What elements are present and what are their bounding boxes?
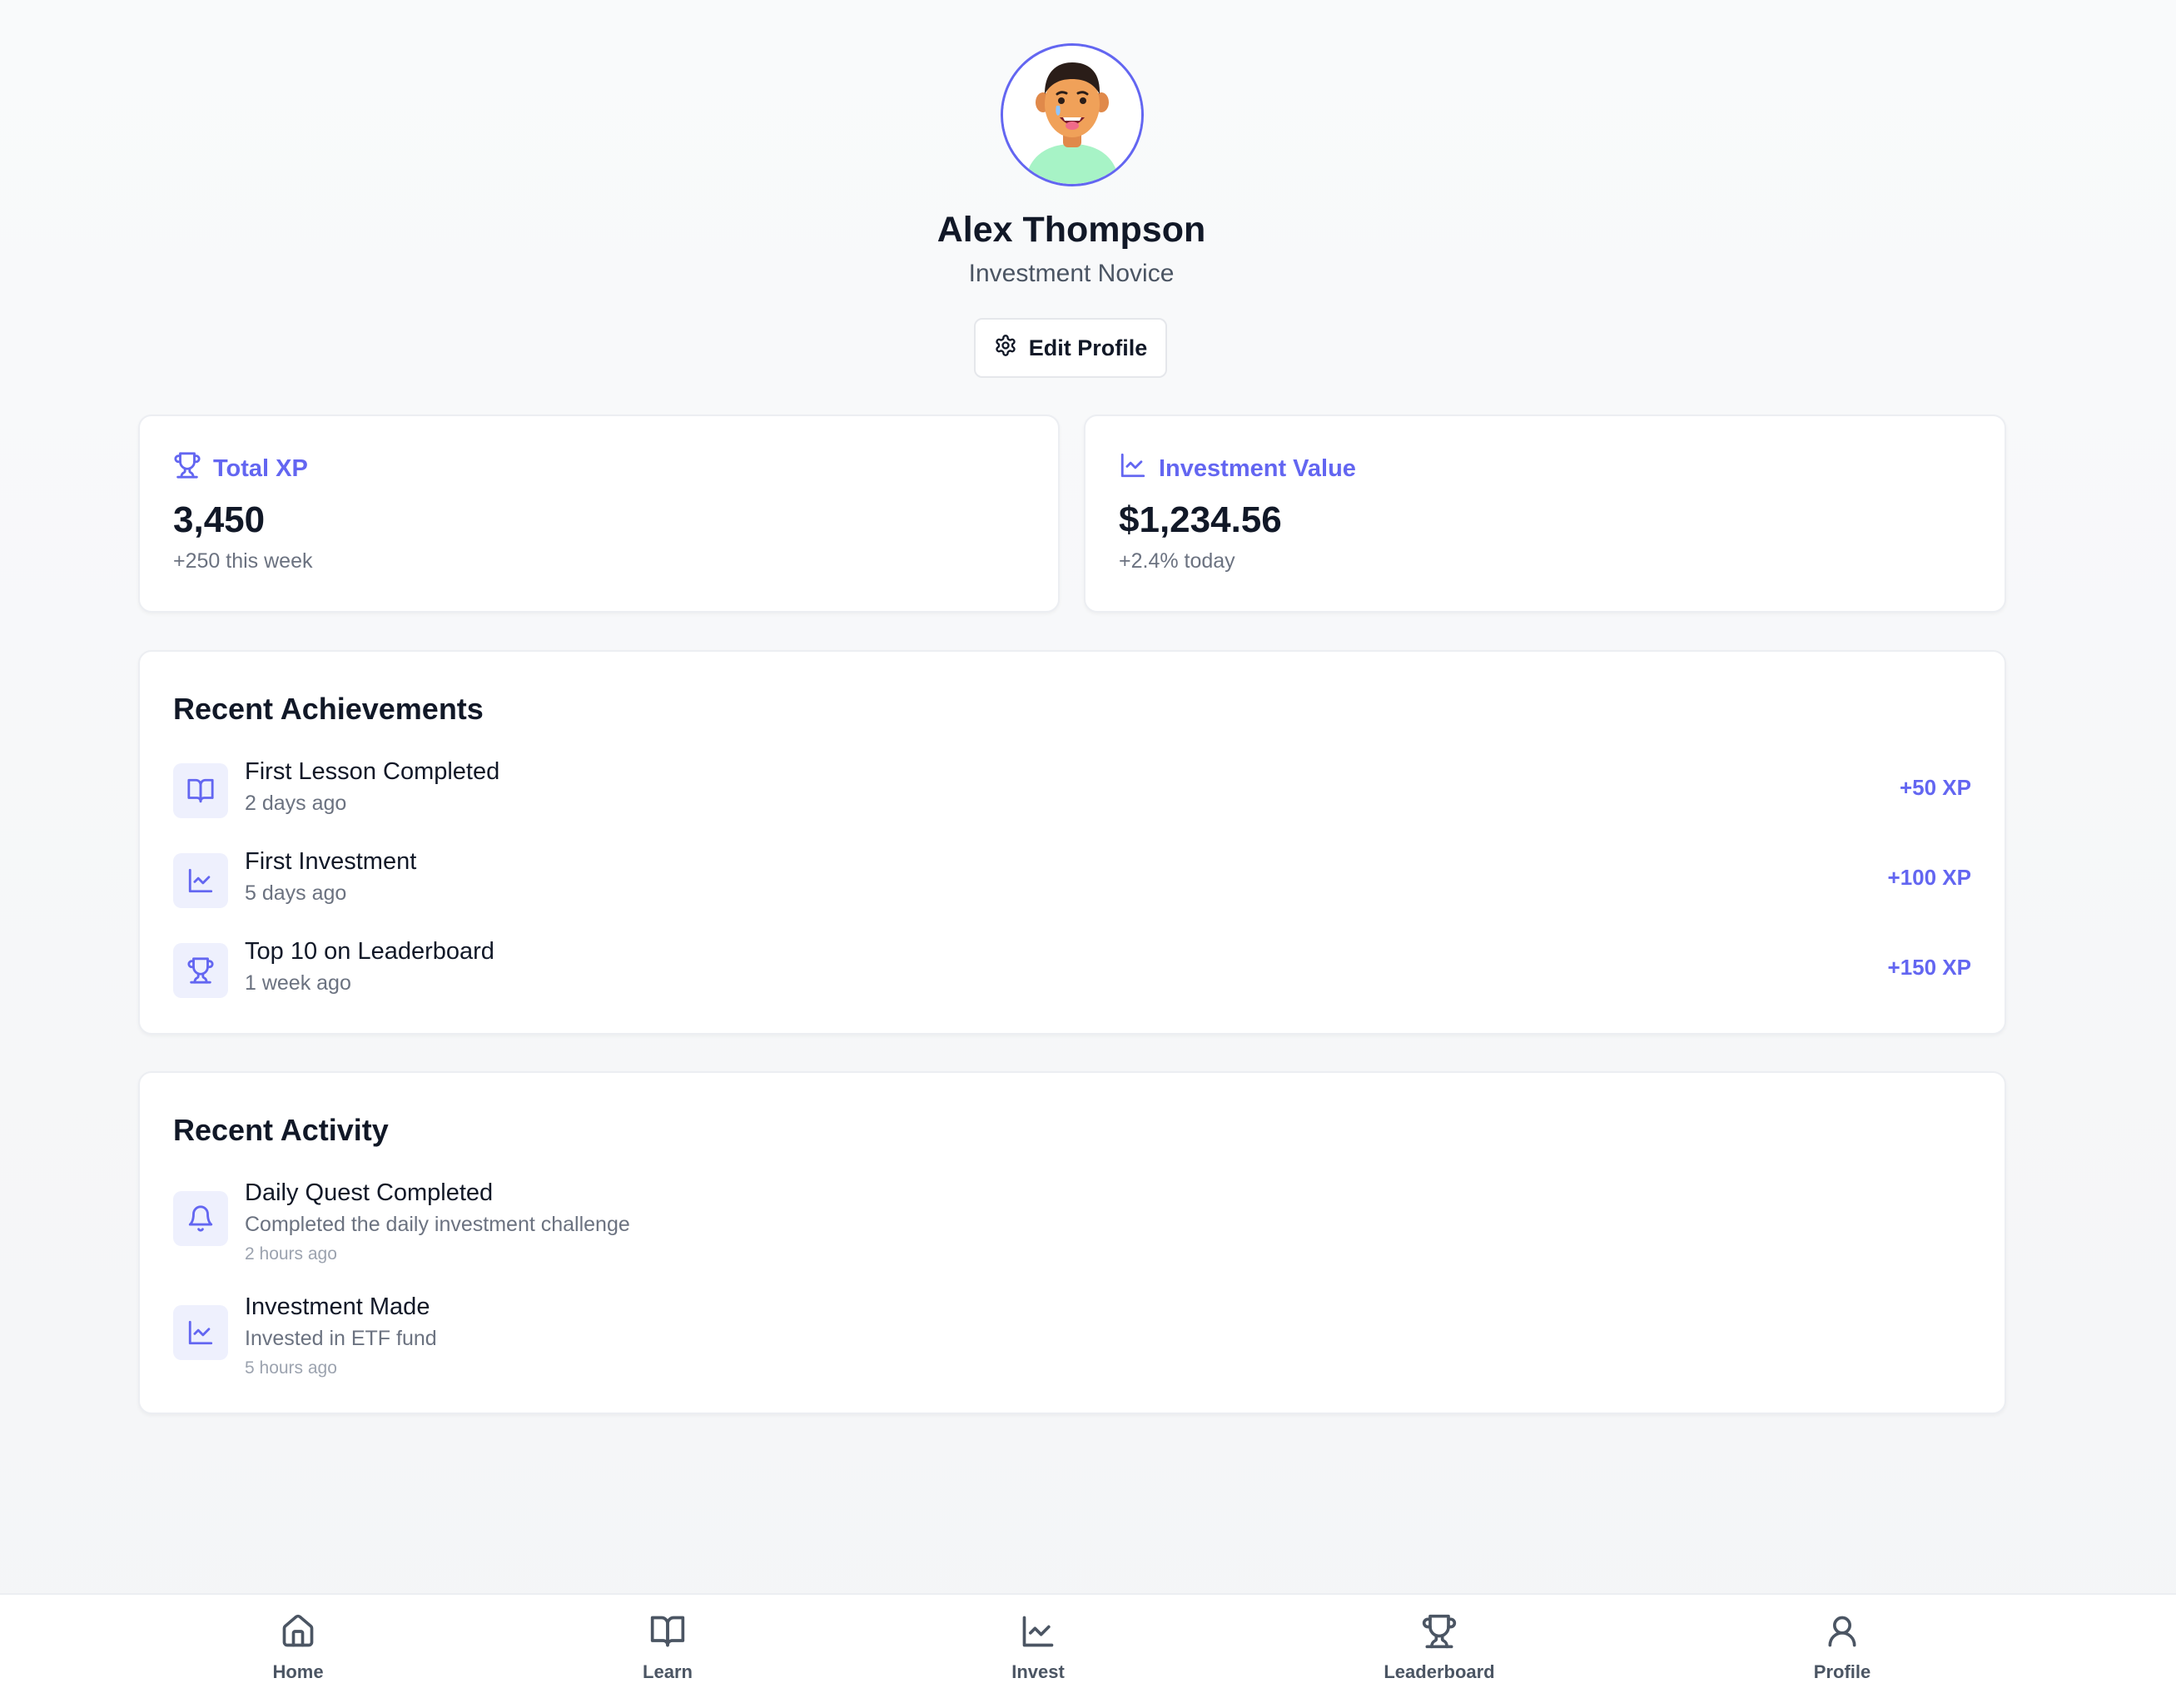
total-xp-label: Total XP [213, 454, 308, 482]
trophy-icon [173, 451, 201, 486]
nav-label-leaderboard: Leaderboard [1384, 1661, 1495, 1682]
nav-item-home[interactable]: Home [215, 1613, 381, 1683]
gear-icon [994, 334, 1017, 363]
achievement-time: 5 days ago [245, 881, 347, 905]
activity-item[interactable]: Daily Quest Completed Completed the dail… [173, 1179, 1971, 1271]
total-xp-value: 3,450 [173, 499, 266, 540]
activity-title-text: Investment Made [245, 1293, 430, 1320]
nav-label-invest: Invest [1011, 1661, 1065, 1682]
achievement-xp: +100 XP [1887, 865, 1971, 890]
achievement-time: 2 days ago [245, 792, 347, 815]
activity-time: 2 hours ago [245, 1244, 337, 1264]
recent-achievements-card: Recent Achievements First Lesson Complet… [138, 650, 2006, 1035]
activity-description: Completed the daily investment challenge [245, 1213, 630, 1236]
achievement-title: First Investment [245, 848, 417, 875]
achievement-item[interactable]: First Investment 5 days ago +100 XP [173, 848, 1971, 915]
activity-title: Recent Activity [173, 1113, 389, 1147]
chart-line-icon [955, 1613, 1121, 1655]
edit-profile-button[interactable]: Edit Profile [974, 318, 1167, 378]
bell-icon [173, 1191, 228, 1246]
nav-label-profile: Profile [1813, 1661, 1871, 1682]
achievements-title: Recent Achievements [173, 692, 484, 726]
edit-profile-label: Edit Profile [1028, 335, 1148, 360]
nav-label-learn: Learn [643, 1661, 693, 1682]
activity-title-text: Daily Quest Completed [245, 1179, 494, 1206]
achievement-title: Top 10 on Leaderboard [245, 938, 494, 965]
user-icon [1759, 1613, 1925, 1655]
book-icon [173, 763, 228, 818]
activity-item[interactable]: Investment Made Invested in ETF fund 5 h… [173, 1293, 1971, 1385]
activity-description: Invested in ETF fund [245, 1327, 437, 1350]
total-xp-card: Total XP 3,450 +250 this week [138, 415, 1060, 613]
home-icon [215, 1613, 381, 1655]
investment-value-header: Investment Value [1119, 451, 1356, 486]
achievement-xp: +50 XP [1899, 775, 1971, 800]
nav-item-leaderboard[interactable]: Leaderboard [1356, 1613, 1523, 1683]
chart-line-icon [1119, 451, 1147, 486]
nav-item-learn[interactable]: Learn [584, 1613, 751, 1683]
trophy-icon [1356, 1613, 1523, 1655]
investment-value-label: Investment Value [1159, 454, 1356, 482]
achievement-item[interactable]: Top 10 on Leaderboard 1 week ago +150 XP [173, 938, 1971, 1005]
achievement-xp: +150 XP [1887, 955, 1971, 980]
chart-line-icon [173, 1305, 228, 1360]
book-icon [584, 1613, 751, 1655]
nav-item-invest[interactable]: Invest [955, 1613, 1121, 1683]
total-xp-change: +250 this week [173, 549, 313, 573]
bottom-nav: Home Learn Invest Leaderboard Profile [0, 1593, 2176, 1708]
nav-label-home: Home [272, 1661, 324, 1682]
total-xp-header: Total XP [173, 451, 308, 486]
recent-activity-card: Recent Activity Daily Quest Completed Co… [138, 1071, 2006, 1414]
nav-item-profile[interactable]: Profile [1759, 1613, 1925, 1683]
investment-value-card: Investment Value $1,234.56 +2.4% today [1084, 415, 2006, 613]
achievement-time: 1 week ago [245, 971, 351, 995]
profile-role: Investment Novice [968, 260, 1175, 287]
avatar-illustration [1003, 46, 1141, 184]
achievement-item[interactable]: First Lesson Completed 2 days ago +50 XP [173, 758, 1971, 825]
avatar[interactable] [1001, 43, 1144, 186]
investment-value-change: +2.4% today [1119, 549, 1235, 573]
activity-time: 5 hours ago [245, 1358, 337, 1378]
investment-value-amount: $1,234.56 [1119, 499, 1282, 540]
trophy-icon [173, 943, 228, 998]
chart-line-icon [173, 853, 228, 908]
achievement-title: First Lesson Completed [245, 758, 500, 785]
profile-name: Alex Thompson [936, 210, 1206, 250]
